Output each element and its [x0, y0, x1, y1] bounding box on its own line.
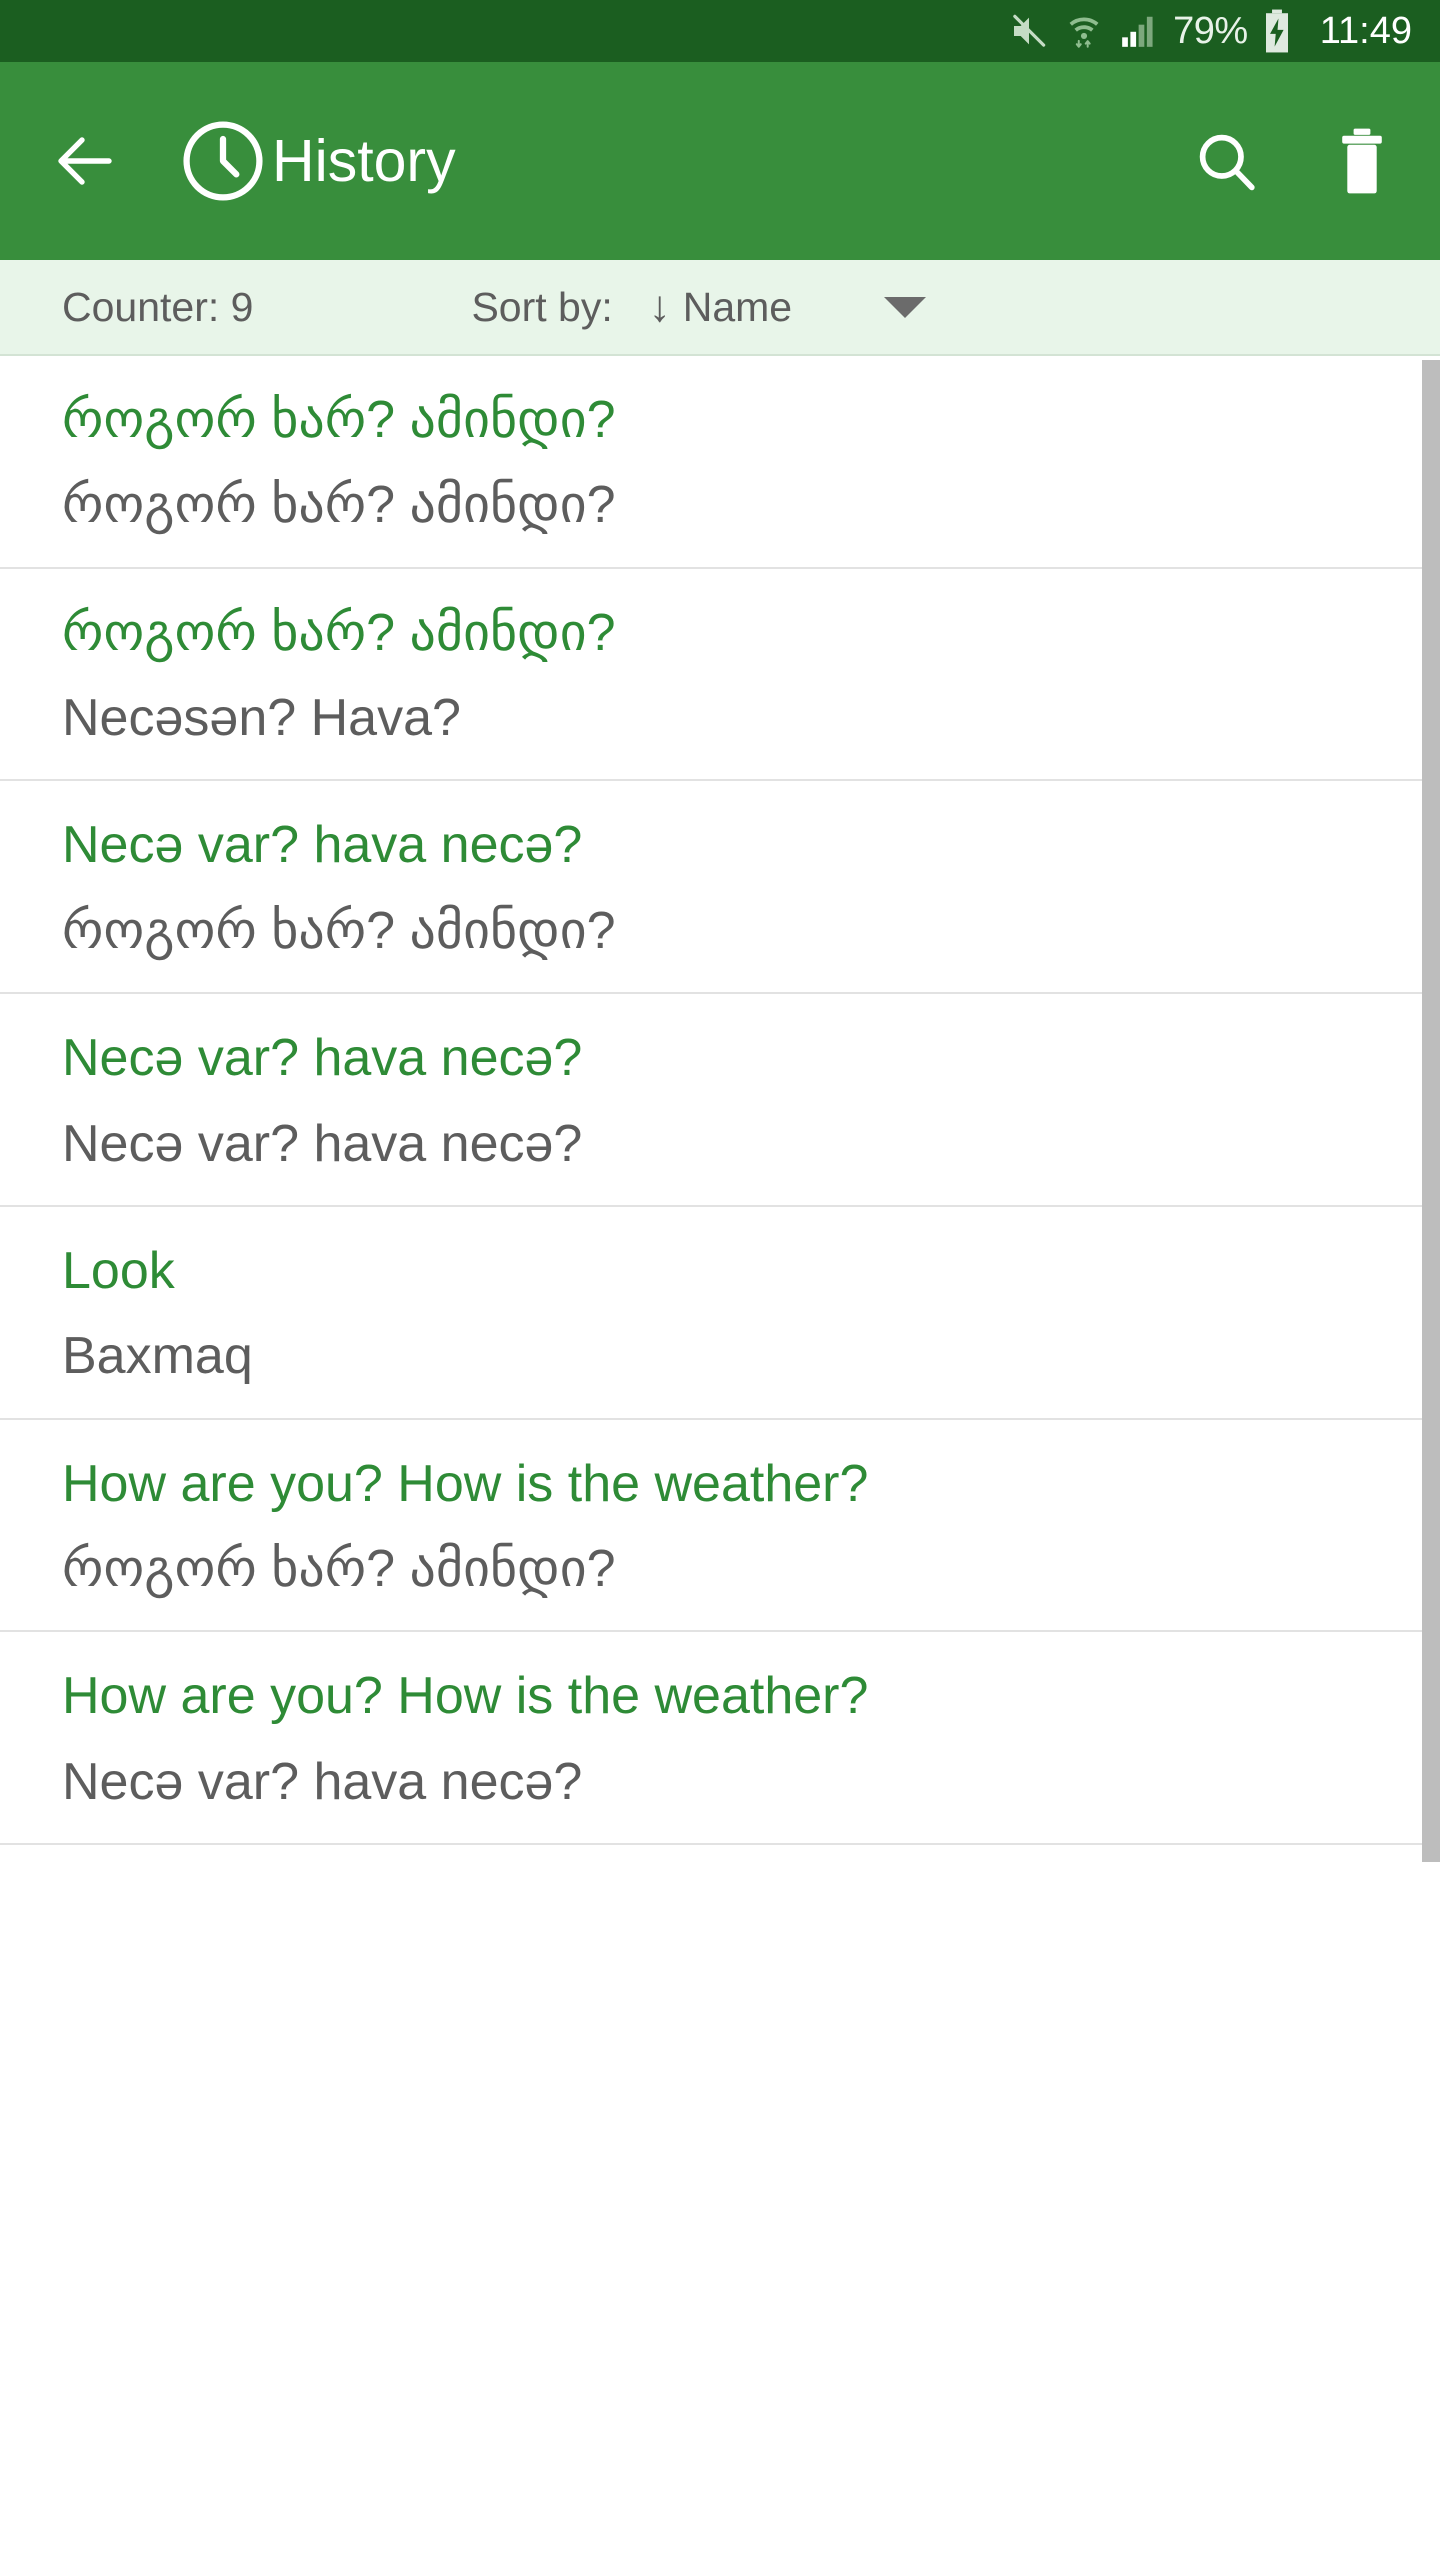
cellular-signal-icon [1119, 11, 1157, 51]
list-item-source-text: როგორ ხარ? ამინდი? [62, 391, 616, 449]
sort-direction-icon[interactable]: ↓ [649, 285, 671, 329]
list-item-source-text: Necə var? hava necə? [62, 816, 583, 875]
page-title: History [272, 127, 456, 194]
list-item-source-text: How are you? How is the weather? [62, 1454, 869, 1513]
app-bar-actions [1188, 123, 1400, 199]
app-bar-title-group: History [176, 114, 1188, 208]
list-item[interactable]: Necə var? hava necə? როგორ ხარ? ამინდი? [0, 781, 1440, 995]
list-item[interactable]: How are you? How is the weather? Necə va… [0, 1632, 1440, 1846]
list-item-target-text: როგორ ხარ? ამინდი? [62, 1539, 616, 1598]
list-item-target-text: როგორ ხარ? ამინდი? [62, 476, 616, 535]
list-item[interactable]: როგორ ხარ? ამინდი? როგორ ხარ? ამინდი? [0, 356, 1440, 569]
volume-mute-icon [1009, 11, 1049, 51]
search-icon [1199, 134, 1255, 191]
chevron-down-icon[interactable] [884, 296, 927, 318]
counter-label: Counter: 9 [62, 283, 254, 330]
list-item-target-text: Baxmaq [62, 1327, 253, 1386]
battery-percent-label: 79% [1173, 10, 1248, 52]
list-item-target-text: როგორ ხარ? ამინდი? [62, 901, 616, 960]
list-item-target-text: Necə var? hava necə? [62, 1752, 583, 1811]
sort-by-label: Sort by: [471, 283, 613, 330]
clock-icon [176, 114, 270, 208]
history-list[interactable]: როგორ ხარ? ამინდი? როგორ ხარ? ამინდი? რო… [0, 356, 1440, 2560]
status-bar-clock: 11:49 [1319, 10, 1412, 52]
sort-value-label: Name [682, 283, 793, 330]
battery-charging-icon [1264, 9, 1290, 53]
list-item[interactable]: How are you? How is the weather? როგორ ხ… [0, 1420, 1440, 1633]
list-item-source-text: How are you? How is the weather? [62, 1667, 869, 1726]
list-item[interactable]: Look Baxmaq [0, 1207, 1440, 1420]
list-item-target-text: Necə var? hava necə? [62, 1114, 583, 1173]
list-item-source-text: Look [62, 1241, 175, 1300]
app-bar: History [0, 62, 1440, 260]
back-button[interactable] [46, 122, 124, 200]
trash-icon [1342, 128, 1382, 194]
list-item-target-text: Necəsən? Hava? [62, 689, 461, 748]
list-item[interactable]: Necə var? hava necə? Necə var? hava necə… [0, 994, 1440, 1207]
delete-all-button[interactable] [1324, 123, 1400, 199]
list-item[interactable]: როგორ ხარ? ამინდი? Necəsən? Hava? [0, 569, 1440, 782]
status-bar-icons: 79% 11:49 [1009, 9, 1412, 53]
search-button[interactable] [1188, 123, 1264, 199]
list-item-source-text: როგორ ხარ? ამინდი? [62, 603, 616, 662]
sort-bar: Counter: 9 Sort by: ↓ Name [0, 260, 1440, 356]
list-item-source-text: Necə var? hava necə? [62, 1029, 583, 1088]
wifi-icon [1065, 11, 1103, 51]
sort-control[interactable]: Sort by: ↓ Name [471, 283, 927, 330]
sort-value-group[interactable]: ↓ Name [649, 285, 792, 329]
status-bar: 79% 11:49 [0, 0, 1440, 62]
